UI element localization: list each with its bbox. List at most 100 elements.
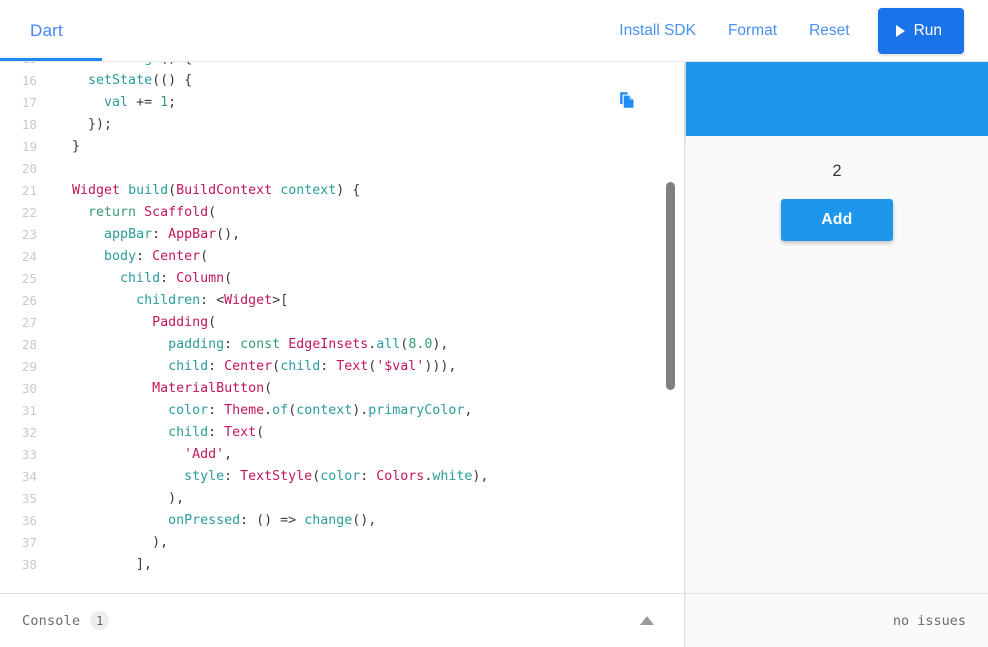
line-text: return Scaffold( bbox=[46, 202, 216, 224]
line-text: style: TextStyle(color: Colors.white), bbox=[46, 466, 488, 488]
code-line[interactable]: 32 child: Text( bbox=[0, 422, 684, 444]
tab-dart-label: Dart bbox=[30, 21, 63, 41]
code-line[interactable]: 35 ), bbox=[0, 488, 684, 510]
copy-icon[interactable] bbox=[616, 89, 638, 111]
code-lines[interactable]: 15 void change() {16 setState(() {17 val… bbox=[0, 62, 684, 576]
line-number: 23 bbox=[0, 224, 46, 246]
line-text: color: Theme.of(context).primaryColor, bbox=[46, 400, 472, 422]
line-number: 30 bbox=[0, 378, 46, 400]
counter-value: 2 bbox=[824, 154, 849, 189]
line-number: 28 bbox=[0, 334, 46, 356]
code-line[interactable]: 31 color: Theme.of(context).primaryColor… bbox=[0, 400, 684, 422]
console-label: Console bbox=[22, 613, 80, 629]
line-number: 21 bbox=[0, 180, 46, 202]
line-text: setState(() { bbox=[46, 70, 192, 92]
code-line[interactable]: 23 appBar: AppBar(), bbox=[0, 224, 684, 246]
tab-dart[interactable]: Dart bbox=[0, 0, 89, 62]
code-line[interactable]: 37 ), bbox=[0, 532, 684, 554]
code-line[interactable]: 16 setState(() { bbox=[0, 70, 684, 92]
line-text: child: Column( bbox=[46, 268, 232, 290]
line-text: Padding( bbox=[46, 312, 216, 334]
console-badge: 1 bbox=[90, 611, 109, 630]
line-text: children: <Widget>[ bbox=[46, 290, 288, 312]
line-number: 19 bbox=[0, 136, 46, 158]
line-number: 17 bbox=[0, 92, 46, 114]
caret-up-icon[interactable] bbox=[640, 616, 654, 625]
code-line[interactable]: 22 return Scaffold( bbox=[0, 202, 684, 224]
line-text: Widget build(BuildContext context) { bbox=[46, 180, 360, 202]
code-line[interactable]: 27 Padding( bbox=[0, 312, 684, 334]
code-line[interactable]: 30 MaterialButton( bbox=[0, 378, 684, 400]
line-number: 32 bbox=[0, 422, 46, 444]
tab-strip: Dart bbox=[0, 0, 89, 62]
line-number: 27 bbox=[0, 312, 46, 334]
line-number: 22 bbox=[0, 202, 46, 224]
line-text: onPressed: () => change(), bbox=[46, 510, 376, 532]
line-number: 25 bbox=[0, 268, 46, 290]
code-line[interactable]: 19 } bbox=[0, 136, 684, 158]
format-button[interactable]: Format bbox=[712, 14, 793, 48]
code-line[interactable]: 15 void change() { bbox=[0, 62, 684, 70]
console-bar[interactable]: Console 1 bbox=[0, 593, 684, 647]
line-text: body: Center( bbox=[46, 246, 208, 268]
line-text bbox=[46, 158, 56, 180]
line-number: 37 bbox=[0, 532, 46, 554]
line-text: }); bbox=[46, 114, 112, 136]
code-line[interactable]: 33 'Add', bbox=[0, 444, 684, 466]
line-number: 33 bbox=[0, 444, 46, 466]
line-text: appBar: AppBar(), bbox=[46, 224, 240, 246]
line-text: padding: const EdgeInsets.all(8.0), bbox=[46, 334, 448, 356]
editor-scrollbar[interactable] bbox=[666, 62, 675, 593]
line-number: 20 bbox=[0, 158, 46, 180]
code-line[interactable]: 36 onPressed: () => change(), bbox=[0, 510, 684, 532]
code-line[interactable]: 28 padding: const EdgeInsets.all(8.0), bbox=[0, 334, 684, 356]
code-line[interactable]: 24 body: Center( bbox=[0, 246, 684, 268]
editor-pane: 15 void change() {16 setState(() {17 val… bbox=[0, 62, 685, 647]
line-number: 18 bbox=[0, 114, 46, 136]
code-line[interactable]: 18 }); bbox=[0, 114, 684, 136]
line-text: ), bbox=[46, 532, 168, 554]
line-number: 34 bbox=[0, 466, 46, 488]
line-text: child: Center(child: Text('$val'))), bbox=[46, 356, 456, 378]
line-number: 35 bbox=[0, 488, 46, 510]
line-number: 36 bbox=[0, 510, 46, 532]
line-text: void change() { bbox=[46, 62, 192, 70]
line-text: ), bbox=[46, 488, 184, 510]
preview-app-bar bbox=[686, 62, 988, 136]
line-text: val += 1; bbox=[46, 92, 176, 114]
run-button-label: Run bbox=[914, 22, 942, 40]
code-line[interactable]: 34 style: TextStyle(color: Colors.white)… bbox=[0, 466, 684, 488]
add-button[interactable]: Add bbox=[781, 199, 893, 241]
line-text: 'Add', bbox=[46, 444, 232, 466]
code-line[interactable]: 25 child: Column( bbox=[0, 268, 684, 290]
line-number: 26 bbox=[0, 290, 46, 312]
code-line[interactable]: 17 val += 1; bbox=[0, 92, 684, 114]
code-line[interactable]: 26 children: <Widget>[ bbox=[0, 290, 684, 312]
preview-body: 2 Add bbox=[686, 136, 988, 593]
reset-button[interactable]: Reset bbox=[793, 14, 866, 48]
dartpad-app: Dart Install SDK Format Reset Run 15 voi… bbox=[0, 0, 988, 647]
workspace: 15 void change() {16 setState(() {17 val… bbox=[0, 62, 988, 647]
play-icon bbox=[896, 25, 905, 37]
line-number: 16 bbox=[0, 70, 46, 92]
issues-status: no issues bbox=[893, 613, 966, 629]
run-button[interactable]: Run bbox=[878, 8, 964, 54]
install-sdk-button[interactable]: Install SDK bbox=[603, 14, 712, 48]
code-line[interactable]: 29 child: Center(child: Text('$val'))), bbox=[0, 356, 684, 378]
line-text: ], bbox=[46, 554, 152, 576]
line-number: 29 bbox=[0, 356, 46, 378]
line-number: 24 bbox=[0, 246, 46, 268]
top-toolbar: Dart Install SDK Format Reset Run bbox=[0, 0, 988, 62]
code-line[interactable]: 38 ], bbox=[0, 554, 684, 576]
line-text: child: Text( bbox=[46, 422, 264, 444]
toolbar-actions: Install SDK Format Reset Run bbox=[603, 8, 988, 54]
tab-active-underline bbox=[0, 58, 102, 61]
line-text: } bbox=[46, 136, 80, 158]
code-line[interactable]: 21 Widget build(BuildContext context) { bbox=[0, 180, 684, 202]
code-line[interactable]: 20 bbox=[0, 158, 684, 180]
flutter-preview[interactable]: 2 Add bbox=[685, 62, 988, 593]
code-editor[interactable]: 15 void change() {16 setState(() {17 val… bbox=[0, 62, 684, 593]
line-number: 15 bbox=[0, 62, 46, 70]
preview-pane: 2 Add no issues bbox=[685, 62, 988, 647]
editor-scrollbar-thumb[interactable] bbox=[666, 182, 675, 390]
